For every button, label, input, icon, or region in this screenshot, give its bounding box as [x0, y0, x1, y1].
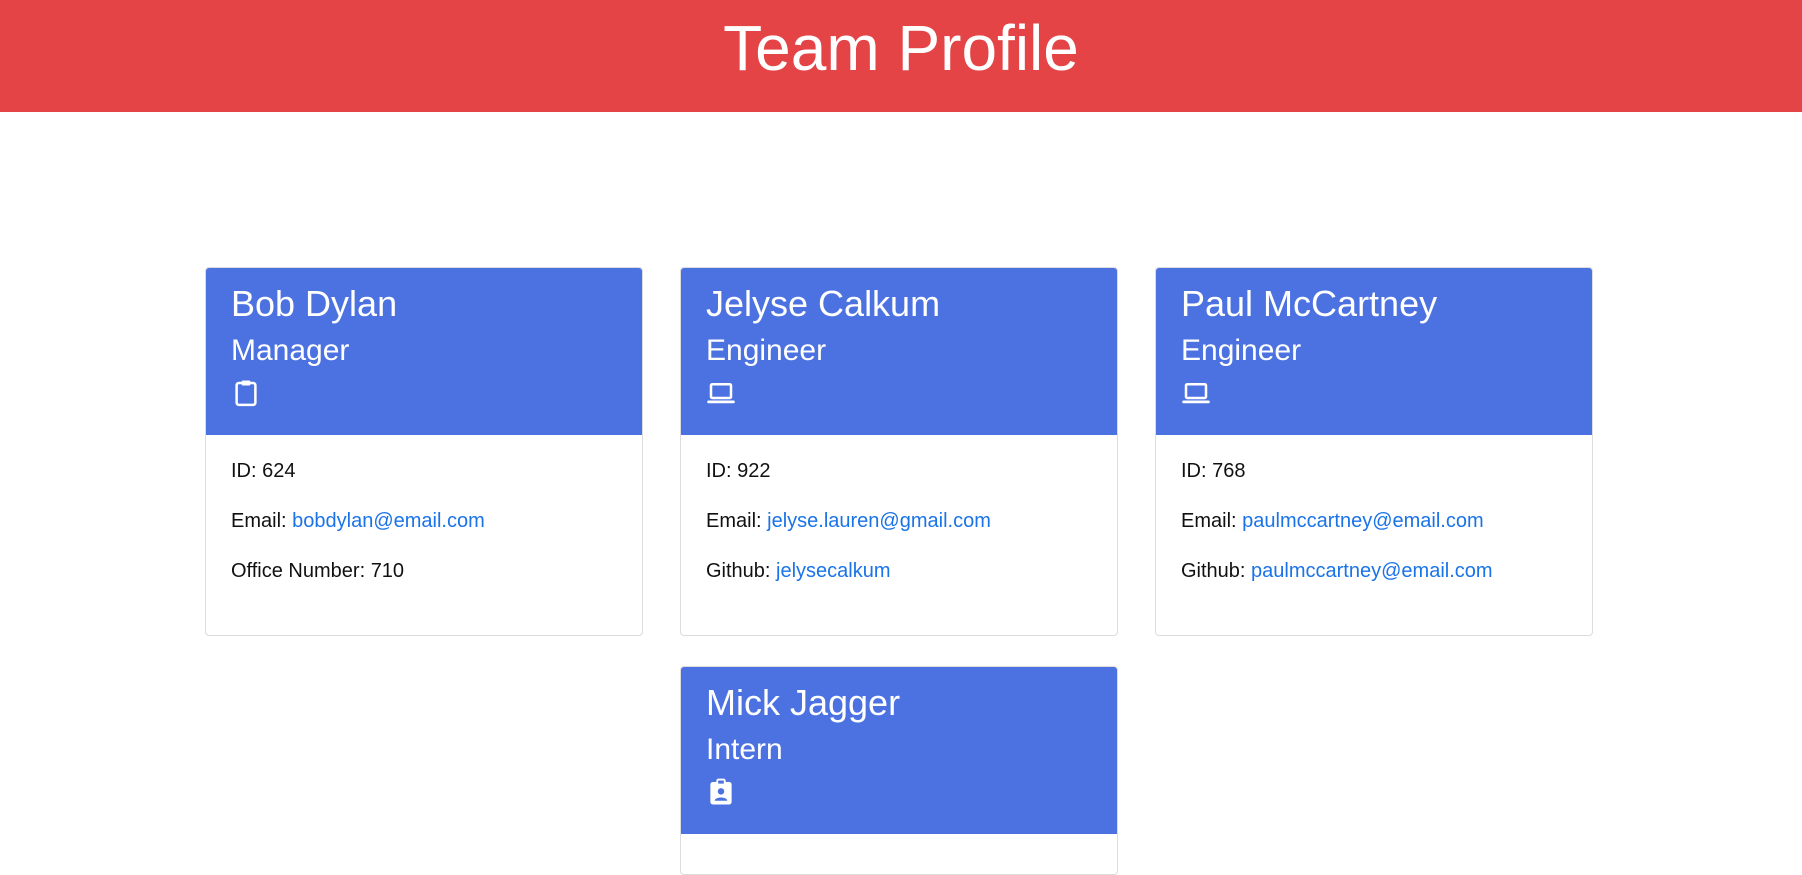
member-name: Bob Dylan [231, 283, 398, 324]
member-github-link[interactable]: jelysecalkum [776, 560, 890, 582]
team-member-card: Paul McCartney Engineer ID: 768 Email: p… [1155, 267, 1593, 636]
card-body: ID: 768 Email: paulmccartney@email.com G… [1156, 435, 1592, 635]
member-name: Jelyse Calkum [706, 283, 941, 324]
member-github-row: Github: paulmccartney@email.com [1181, 560, 1493, 582]
member-name: Paul McCartney [1181, 283, 1438, 324]
member-email-link[interactable]: paulmccartney@email.com [1242, 510, 1484, 532]
member-email-link[interactable]: jelyse.lauren@gmail.com [767, 510, 991, 532]
page-title: Team Profile [723, 12, 1079, 84]
member-name: Mick Jagger [706, 682, 901, 723]
member-role: Intern [706, 733, 783, 766]
member-email-link[interactable]: bobdylan@email.com [292, 510, 485, 532]
laptop-icon [1182, 383, 1210, 404]
member-id: 624 [262, 460, 296, 482]
card-header: Jelyse Calkum Engineer [681, 268, 1117, 435]
member-role: Manager [231, 334, 350, 367]
member-office-number: 710 [370, 560, 405, 582]
page-header: Team Profile [0, 0, 1802, 112]
member-id: 768 [1212, 460, 1246, 482]
card-header: Bob Dylan Manager [206, 268, 642, 435]
member-office-row: Office Number: 710 [231, 560, 405, 582]
member-role: Engineer [706, 334, 827, 367]
member-id-row: ID: 922 [706, 460, 771, 482]
team-member-card: Jelyse Calkum Engineer ID: 922 Email: je… [680, 267, 1118, 636]
team-member-card: Mick Jagger Intern [680, 666, 1118, 875]
clipboard-icon [235, 380, 257, 407]
card-body: ID: 624 Email: bobdylan@email.com Office… [206, 435, 642, 635]
card-header: Mick Jagger Intern [681, 667, 1117, 834]
member-role: Engineer [1181, 334, 1302, 367]
laptop-icon [707, 383, 735, 404]
card-header: Paul McCartney Engineer [1156, 268, 1592, 435]
team-member-card: Bob Dylan Manager ID: 624 Email: bobdyla… [205, 267, 643, 636]
member-email-row: Email: paulmccartney@email.com [1181, 510, 1484, 532]
card-body [681, 834, 1117, 874]
member-github-row: Github: jelysecalkum [706, 560, 891, 582]
member-email-row: Email: bobdylan@email.com [231, 510, 485, 532]
member-email-row: Email: jelyse.lauren@gmail.com [706, 510, 991, 532]
member-id-row: ID: 624 [231, 460, 296, 482]
id-badge-icon [710, 778, 732, 805]
card-body: ID: 922 Email: jelyse.lauren@gmail.com G… [681, 435, 1117, 635]
member-id-row: ID: 768 [1181, 460, 1246, 482]
member-github-link[interactable]: paulmccartney@email.com [1251, 560, 1493, 582]
member-id: 922 [737, 460, 771, 482]
